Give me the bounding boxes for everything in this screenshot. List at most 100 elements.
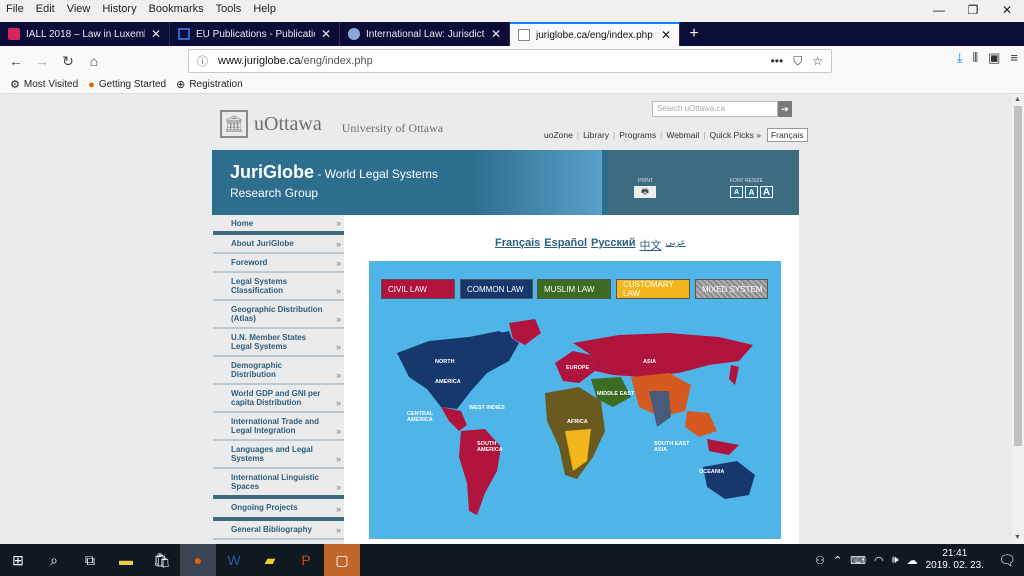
keyboard-icon[interactable]: ⌨ [850, 554, 866, 567]
lang-french[interactable]: Français [495, 237, 540, 253]
reload-icon[interactable]: ↻ [56, 49, 80, 73]
nav-home[interactable]: Home » [213, 215, 344, 235]
tab-eu-publications[interactable]: EU Publications - Publications Office ✕ [170, 22, 340, 46]
new-tab-button[interactable]: + [680, 22, 708, 46]
page-scrollbar[interactable]: ▲ ▼ [1012, 94, 1024, 544]
bookmark-getting-started[interactable]: ● Getting Started [88, 79, 166, 91]
nav-languages[interactable]: Languages and Legal Systems » [213, 441, 344, 469]
world-map-image[interactable] [369, 261, 781, 539]
task-view-icon[interactable]: ⧉ [72, 544, 108, 576]
tab-international-law[interactable]: International Law: Jurisdictions ✕ [340, 22, 510, 46]
info-icon[interactable]: ⓘ [197, 53, 208, 69]
library-icon[interactable]: ⫴ [973, 50, 978, 66]
link-quick-picks[interactable]: Quick Picks » [709, 130, 761, 140]
sidebar-icon[interactable]: ▣ [988, 50, 1000, 66]
home-icon[interactable]: ⌂ [82, 49, 106, 73]
store-icon[interactable]: 🛍 [144, 544, 180, 576]
nav-trade[interactable]: International Trade and Legal Integratio… [213, 413, 344, 441]
print-icon[interactable]: 🖶 [634, 186, 656, 198]
url-path: /eng/index.php [300, 55, 373, 67]
search-icon[interactable]: ⌕ [36, 544, 72, 576]
nav-demographic[interactable]: Demographic Distribution » [213, 357, 344, 385]
font-small-button[interactable]: A [730, 186, 743, 198]
nav-linguistic-spaces[interactable]: International Linguistic Spaces » [213, 469, 344, 499]
windows-start-icon[interactable]: ⊞ [0, 544, 36, 576]
nav-label: General Bibliography [231, 525, 312, 534]
menu-history[interactable]: History [96, 3, 142, 15]
file-explorer-icon[interactable]: ▬ [108, 544, 144, 576]
francais-button[interactable]: Français [766, 128, 808, 142]
menu-edit[interactable]: Edit [30, 3, 61, 15]
page-actions-icon[interactable]: ••• [771, 54, 784, 69]
tab-iall[interactable]: IALL 2018 – Law in Luxembourg ✕ [0, 22, 170, 46]
volume-icon[interactable]: 🕪 [892, 554, 899, 567]
back-arrow-icon[interactable]: ← [4, 49, 28, 73]
lang-chinese[interactable]: 中文 [640, 237, 662, 253]
nav-about[interactable]: About JuriGlobe » [213, 235, 344, 254]
chevron-right-icon: » [335, 258, 341, 268]
menu-bookmarks[interactable]: Bookmarks [143, 3, 210, 15]
nav-ongoing-projects[interactable]: Ongoing Projects » [213, 499, 344, 521]
people-icon[interactable]: ⚇ [815, 554, 825, 567]
download-icon[interactable]: ⤓ [957, 50, 963, 66]
onedrive-icon[interactable]: ☁ [907, 554, 918, 567]
menu-help[interactable]: Help [247, 3, 282, 15]
scroll-down-icon[interactable]: ▼ [1014, 534, 1021, 541]
hamburger-menu-icon[interactable]: ≡ [1010, 50, 1018, 66]
nav-foreword[interactable]: Foreword » [213, 254, 344, 273]
app-icon[interactable]: ▢ [324, 544, 360, 576]
search-go-icon[interactable]: ➔ [778, 101, 792, 117]
restore-icon[interactable]: ❐ [956, 0, 990, 20]
word-icon[interactable]: W [216, 544, 252, 576]
chevron-right-icon: » [335, 286, 341, 296]
notifications-icon[interactable]: 🗨 [998, 552, 1016, 569]
bookmark-star-icon[interactable]: ☆ [812, 54, 823, 69]
chevron-right-icon: » [335, 314, 341, 324]
link-library[interactable]: Library [583, 130, 609, 140]
nav-gdp[interactable]: World GDP and GNI per capita Distributio… [213, 385, 344, 413]
menu-view[interactable]: View [61, 3, 97, 15]
menu-file[interactable]: File [0, 3, 30, 15]
nav-label: World GDP and GNI per capita Distributio… [231, 389, 321, 407]
minimize-icon[interactable]: — [922, 0, 956, 20]
forward-arrow-icon[interactable]: → [30, 49, 54, 73]
nav-bibliography[interactable]: General Bibliography » [213, 521, 344, 540]
menu-tools[interactable]: Tools [210, 3, 248, 15]
uottawa-logo[interactable]: 🏛 uOttawa University of Ottawa [220, 110, 443, 138]
scrollbar-thumb[interactable] [1014, 106, 1022, 446]
firefox-taskbar-icon[interactable]: ● [180, 544, 216, 576]
tab-label: IALL 2018 – Law in Luxembourg [26, 28, 145, 40]
font-large-button[interactable]: A [760, 186, 773, 198]
wifi-icon[interactable]: ◠ [874, 554, 884, 567]
close-tab-icon[interactable]: ✕ [661, 28, 671, 42]
pocket-icon[interactable]: ⛉ [793, 54, 802, 69]
nav-atlas[interactable]: Geographic Distribution (Atlas) » [213, 301, 344, 329]
world-legal-systems-map: CIVIL LAW COMMON LAW MUSLIM LAW CUSTOMAR… [369, 261, 781, 539]
link-webmail[interactable]: Webmail [666, 130, 699, 140]
scroll-up-icon[interactable]: ▲ [1014, 96, 1021, 103]
close-tab-icon[interactable]: ✕ [491, 27, 501, 41]
powerpoint-icon[interactable]: P [288, 544, 324, 576]
tab-label: EU Publications - Publications Office [196, 28, 315, 40]
nav-classification[interactable]: Legal Systems Classification » [213, 273, 344, 301]
close-tab-icon[interactable]: ✕ [321, 27, 331, 41]
link-uozone[interactable]: uoZone [544, 130, 573, 140]
link-programs[interactable]: Programs [619, 130, 656, 140]
lang-arabic[interactable]: عربي [666, 237, 686, 253]
lang-spanish[interactable]: Español [544, 237, 587, 253]
bookmark-most-visited[interactable]: ⚙ Most Visited [10, 78, 78, 91]
lang-russian[interactable]: Русский [591, 237, 635, 253]
nav-un-member-states[interactable]: U.N. Member States Legal Systems » [213, 329, 344, 357]
close-window-icon[interactable]: ✕ [990, 0, 1024, 20]
url-bar[interactable]: ⓘ www.juriglobe.ca/eng/index.php ••• ⛉ ☆ [188, 49, 832, 73]
font-medium-button[interactable]: A [745, 186, 758, 198]
region-oceania-label: OCEANIA [699, 469, 725, 475]
firefox-icon: ● [88, 78, 95, 91]
clock[interactable]: 21:41 2019. 02. 23. [926, 548, 984, 572]
sticky-notes-icon[interactable]: ▰ [252, 544, 288, 576]
tab-juriglobe[interactable]: juriglobe.ca/eng/index.php ✕ [510, 22, 680, 46]
chevron-up-icon[interactable]: ⌃ [833, 554, 842, 567]
search-input[interactable]: Search uOttawa.ca [652, 101, 778, 117]
close-tab-icon[interactable]: ✕ [151, 27, 161, 41]
bookmark-registration[interactable]: ⊕ Registration [176, 78, 243, 91]
